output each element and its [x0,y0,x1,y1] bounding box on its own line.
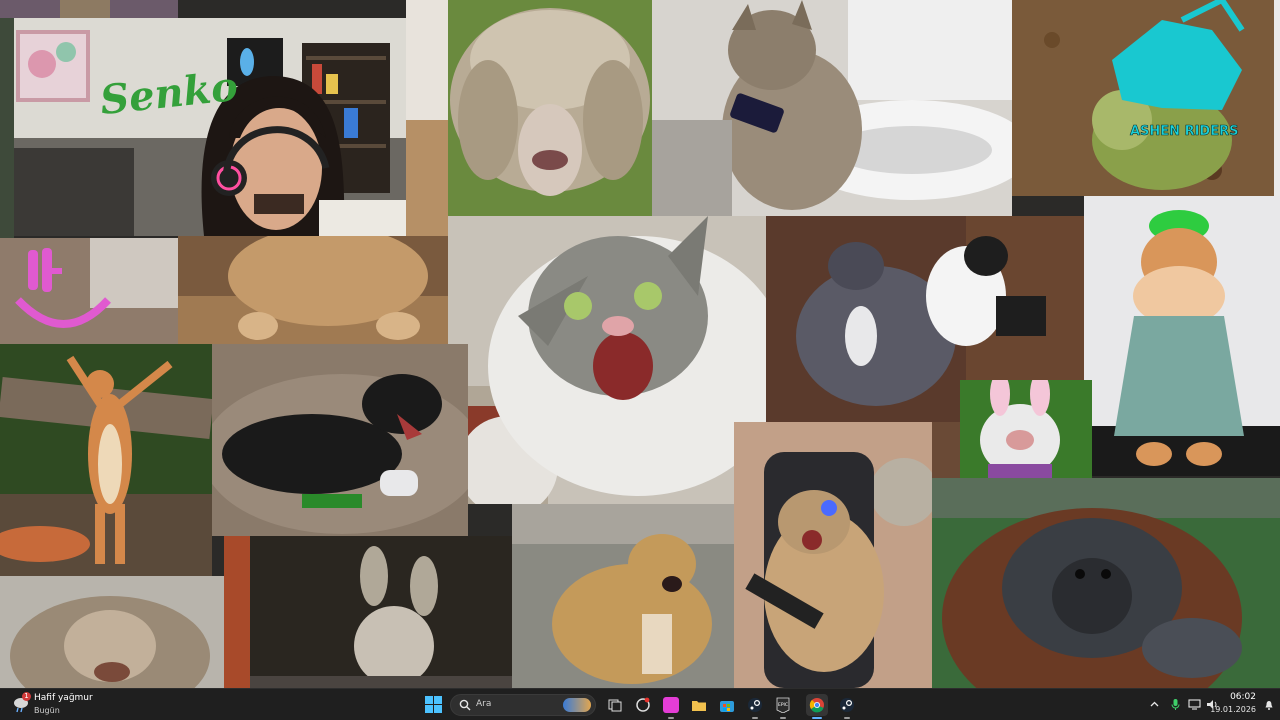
ashen-riders-frog-photo: ASHEN RIDERS [1012,0,1274,196]
chrome-icon [809,698,824,713]
fluffy-sheep-photo [448,0,652,216]
cat-on-toilet-photo [652,0,1012,216]
wall-strip-photo [932,422,960,478]
taskbar-clock[interactable]: 06:02 19.01.2026 [1210,692,1256,714]
media-app-button[interactable] [660,694,682,719]
microphone-icon[interactable] [1169,698,1182,711]
store-icon [720,701,734,712]
right-of-webcam-photo [406,0,448,236]
ashen-riders-logo-text: ASHEN RIDERS [1130,124,1239,140]
shocked-cat-photo [448,216,766,504]
donkey-photo [224,536,512,688]
running-indicator [780,717,786,719]
epic-games-icon: EPIC [776,697,790,713]
left-edge-photo [0,18,14,238]
celebrating-squirrel-photo [0,344,212,576]
weather-subtitle: Bugün [34,706,60,715]
chevron-up-icon[interactable] [1148,698,1161,711]
copilot-icon [636,697,650,712]
steam-2-button[interactable] [836,694,858,719]
streamer-webcam-photo: Senko [14,18,406,236]
clock-date: 19.01.2026 [1210,705,1256,714]
weather-title: Hafif yağmur [34,693,93,703]
right-edge-photo [1274,0,1280,196]
display-icon[interactable] [1188,698,1201,711]
folder-icon [692,701,706,711]
clock-time: 06:02 [1230,692,1256,702]
windows-start-icon[interactable] [425,696,442,713]
cat-in-costume-photo [1084,196,1280,476]
running-indicator [844,717,850,719]
steam-button[interactable] [744,694,766,719]
chrome-button[interactable] [806,694,828,719]
sleepy-monkey-photo [0,576,224,688]
weather-badge: 1 [22,692,31,701]
file-explorer-button[interactable] [688,694,710,716]
svg-text:EPIC: EPIC [778,702,788,708]
media-app-icon [663,697,679,713]
microsoft-store-button[interactable] [716,694,738,716]
search-highlight-image [563,698,591,712]
dog-with-controller-photo [212,344,468,536]
notification-bell-icon[interactable] [1264,700,1274,710]
orangutan-photo [932,478,1280,688]
search-placeholder: Ara [476,699,492,709]
bunny-dog-photo [960,380,1092,478]
epic-games-button[interactable]: EPIC [772,694,794,719]
top-left-strip-photo [0,0,178,18]
dog-with-bread-photo [512,504,734,688]
running-indicator [668,717,674,719]
task-view-button[interactable] [604,694,626,716]
search-icon [459,699,471,711]
taskbar-search-box[interactable]: Ara [450,694,596,716]
running-indicator [752,717,758,719]
steam-icon [840,698,854,712]
steam-icon [748,698,762,712]
running-indicator [812,717,822,719]
taskbar: 1 Hafif yağmur Bugün Ara EPIC 06:02 19.0… [0,688,1280,720]
fluffy-dog-photo [178,236,448,344]
task-view-icon [608,699,622,712]
smiley-sticker-photo [0,238,178,344]
desktop-wallpaper: Senko ASHEN RIDERS [0,0,1280,688]
gamer-cat-chair-photo [734,422,932,688]
copilot-button[interactable] [632,694,654,716]
